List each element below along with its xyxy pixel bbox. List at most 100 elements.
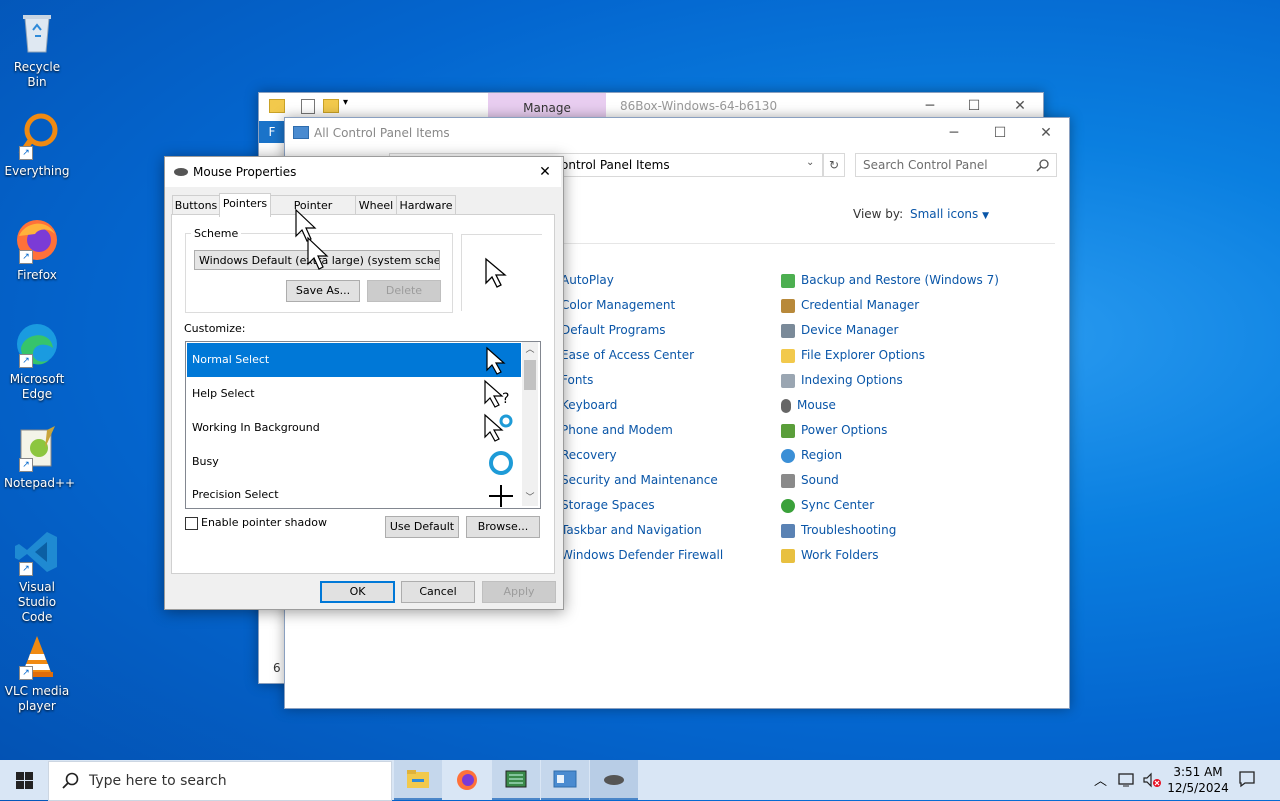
- cp-item-defender-firewall[interactable]: Windows Defender Firewall: [561, 544, 723, 566]
- cp-item-color-management[interactable]: Color Management: [561, 294, 675, 316]
- notifications-icon[interactable]: [1238, 770, 1256, 788]
- cursor-row-working-background[interactable]: Working In Background: [187, 411, 521, 445]
- desktop-icon-notepadpp[interactable]: ↗ Notepad++: [4, 424, 76, 491]
- desktop-icon-vlc[interactable]: ↗ VLC media player: [4, 632, 70, 714]
- cp-item-autoplay[interactable]: AutoPlay: [561, 269, 614, 291]
- cp-item-keyboard[interactable]: Keyboard: [561, 394, 617, 416]
- cursor-row-help-select[interactable]: Help Select ?: [187, 377, 521, 411]
- delete-button[interactable]: Delete: [367, 280, 441, 302]
- clock[interactable]: 3:51 AM 12/5/2024: [1166, 764, 1230, 796]
- explorer-titlebar[interactable]: ▾ Manage 86Box-Windows-64-b6130 ─ ☐ ✕: [259, 93, 1043, 119]
- cp-item-indexing-options[interactable]: Indexing Options: [781, 369, 903, 391]
- pointer-shadow-label[interactable]: Enable pointer shadow: [201, 516, 327, 529]
- new-folder-icon[interactable]: [323, 99, 339, 113]
- cp-item-credential-manager[interactable]: Credential Manager: [781, 294, 919, 316]
- desktop-icon-label: VLC media player: [4, 684, 70, 713]
- cp-item-default-programs[interactable]: Default Programs: [561, 319, 666, 341]
- desktop-icon-everything[interactable]: ↗ Everything: [4, 112, 70, 179]
- taskbar-mouse-properties[interactable]: [590, 760, 638, 800]
- taskbar-search[interactable]: Type here to search: [48, 761, 392, 801]
- scroll-down-icon[interactable]: ﹀: [522, 490, 538, 506]
- cp-item-taskbar-navigation[interactable]: Taskbar and Navigation: [561, 519, 702, 541]
- tab-buttons[interactable]: Buttons: [172, 195, 220, 216]
- ok-button[interactable]: OK: [320, 581, 395, 603]
- taskbar-file-explorer[interactable]: [394, 760, 442, 800]
- cp-item-power-options[interactable]: Power Options: [781, 419, 887, 441]
- speaker-muted-icon[interactable]: [1142, 772, 1162, 788]
- credential-icon: [781, 298, 795, 313]
- cp-item-mouse[interactable]: Mouse: [781, 394, 836, 416]
- scrollbar-thumb[interactable]: [524, 360, 536, 390]
- cp-item-region[interactable]: Region: [781, 444, 842, 466]
- explorer-maximize-button[interactable]: ☐: [951, 93, 997, 119]
- desktop-icon-label: Notepad++: [4, 476, 76, 490]
- cp-item-fonts[interactable]: Fonts: [561, 369, 593, 391]
- explorer-minimize-button[interactable]: ─: [907, 93, 953, 119]
- explorer-close-button[interactable]: ✕: [997, 93, 1043, 119]
- divider: [560, 243, 1055, 244]
- cp-item-ease-of-access[interactable]: Ease of Access Center: [561, 344, 694, 366]
- scroll-up-icon[interactable]: ︿: [522, 342, 538, 358]
- shortcut-arrow-icon: ↗: [19, 562, 33, 576]
- apply-button[interactable]: Apply: [482, 581, 556, 603]
- cp-item-troubleshooting[interactable]: Troubleshooting: [781, 519, 896, 541]
- cursor-list-scrollbar[interactable]: ︿ ﹀: [522, 342, 538, 506]
- control-panel-titlebar[interactable]: All Control Panel Items ─ ☐ ✕: [285, 118, 1069, 148]
- cancel-button[interactable]: Cancel: [401, 581, 475, 603]
- dialog-close-button[interactable]: ✕: [531, 160, 559, 184]
- file-tab[interactable]: F: [259, 121, 285, 143]
- cp-item-backup-restore[interactable]: Backup and Restore (Windows 7): [781, 269, 999, 291]
- cp-item-security-maintenance[interactable]: Security and Maintenance: [561, 469, 718, 491]
- scheme-label: Scheme: [191, 227, 242, 240]
- cp-item-phone-modem[interactable]: Phone and Modem: [561, 419, 673, 441]
- cp-minimize-button[interactable]: ─: [931, 118, 977, 148]
- cp-item-device-manager[interactable]: Device Manager: [781, 319, 898, 341]
- desktop-icon-vscode[interactable]: ↗ Visual Studio Code: [4, 528, 70, 625]
- desktop-icon-label: Recycle Bin: [13, 60, 61, 89]
- control-panel-icon: [553, 770, 577, 788]
- refresh-button[interactable]: ↻: [823, 153, 845, 177]
- cp-item-work-folders[interactable]: Work Folders: [781, 544, 879, 566]
- desktop-icon-edge[interactable]: ↗ Microsoft Edge: [4, 320, 70, 402]
- tab-wheel[interactable]: Wheel: [355, 195, 397, 216]
- tab-hardware[interactable]: Hardware: [396, 195, 456, 216]
- desktop-icon-label: Visual Studio Code: [17, 580, 57, 624]
- quick-access-dropdown-icon[interactable]: ▾: [343, 97, 348, 108]
- view-by-dropdown[interactable]: Small icons ▼: [910, 207, 989, 221]
- pointer-shadow-checkbox[interactable]: [185, 517, 198, 530]
- cursor-row-busy[interactable]: Busy: [187, 445, 521, 479]
- svg-text:?: ?: [502, 391, 509, 407]
- show-hidden-icons-chevron[interactable]: ︿: [1094, 770, 1107, 789]
- properties-icon[interactable]: [301, 99, 315, 114]
- cp-item-recovery[interactable]: Recovery: [561, 444, 617, 466]
- cp-item-file-explorer-options[interactable]: File Explorer Options: [781, 344, 925, 366]
- desktop-icon-firefox[interactable]: ↗ Firefox: [4, 216, 70, 283]
- start-button[interactable]: [0, 760, 48, 800]
- cp-maximize-button[interactable]: ☐: [977, 118, 1023, 148]
- cp-close-button[interactable]: ✕: [1023, 118, 1069, 148]
- network-icon[interactable]: [1118, 772, 1136, 788]
- cursor-row-normal-select[interactable]: Normal Select: [187, 343, 521, 377]
- use-default-button[interactable]: Use Default: [385, 516, 459, 538]
- taskbar-86box[interactable]: [492, 760, 540, 800]
- vlc-icon: ↗: [13, 632, 61, 680]
- clock-time: 3:51 AM: [1173, 765, 1223, 779]
- search-box[interactable]: Search Control Panel: [855, 153, 1057, 177]
- address-dropdown-icon[interactable]: ⌄: [806, 157, 814, 168]
- cp-item-sound[interactable]: Sound: [781, 469, 839, 491]
- taskbar-control-panel[interactable]: [541, 760, 589, 800]
- magnifier-icon: ↗: [13, 112, 61, 160]
- browse-button[interactable]: Browse...: [466, 516, 540, 538]
- cursor-row-precision-select[interactable]: Precision Select: [187, 479, 521, 507]
- taskbar-search-placeholder: Type here to search: [89, 773, 227, 789]
- desktop-icon-recycle-bin[interactable]: Recycle Bin: [4, 8, 70, 90]
- view-by-value: Small icons: [910, 207, 979, 221]
- dialog-titlebar[interactable]: Mouse Properties ✕: [165, 157, 561, 187]
- ribbon-tab-manage[interactable]: Manage: [488, 93, 606, 119]
- speaker-icon: [781, 473, 795, 488]
- cp-item-sync-center[interactable]: Sync Center: [781, 494, 874, 516]
- cp-item-storage-spaces[interactable]: Storage Spaces: [561, 494, 655, 516]
- taskbar-firefox[interactable]: [443, 760, 491, 800]
- tab-pointers[interactable]: Pointers: [219, 193, 271, 217]
- pointer-arrow-icon: [485, 257, 507, 288]
